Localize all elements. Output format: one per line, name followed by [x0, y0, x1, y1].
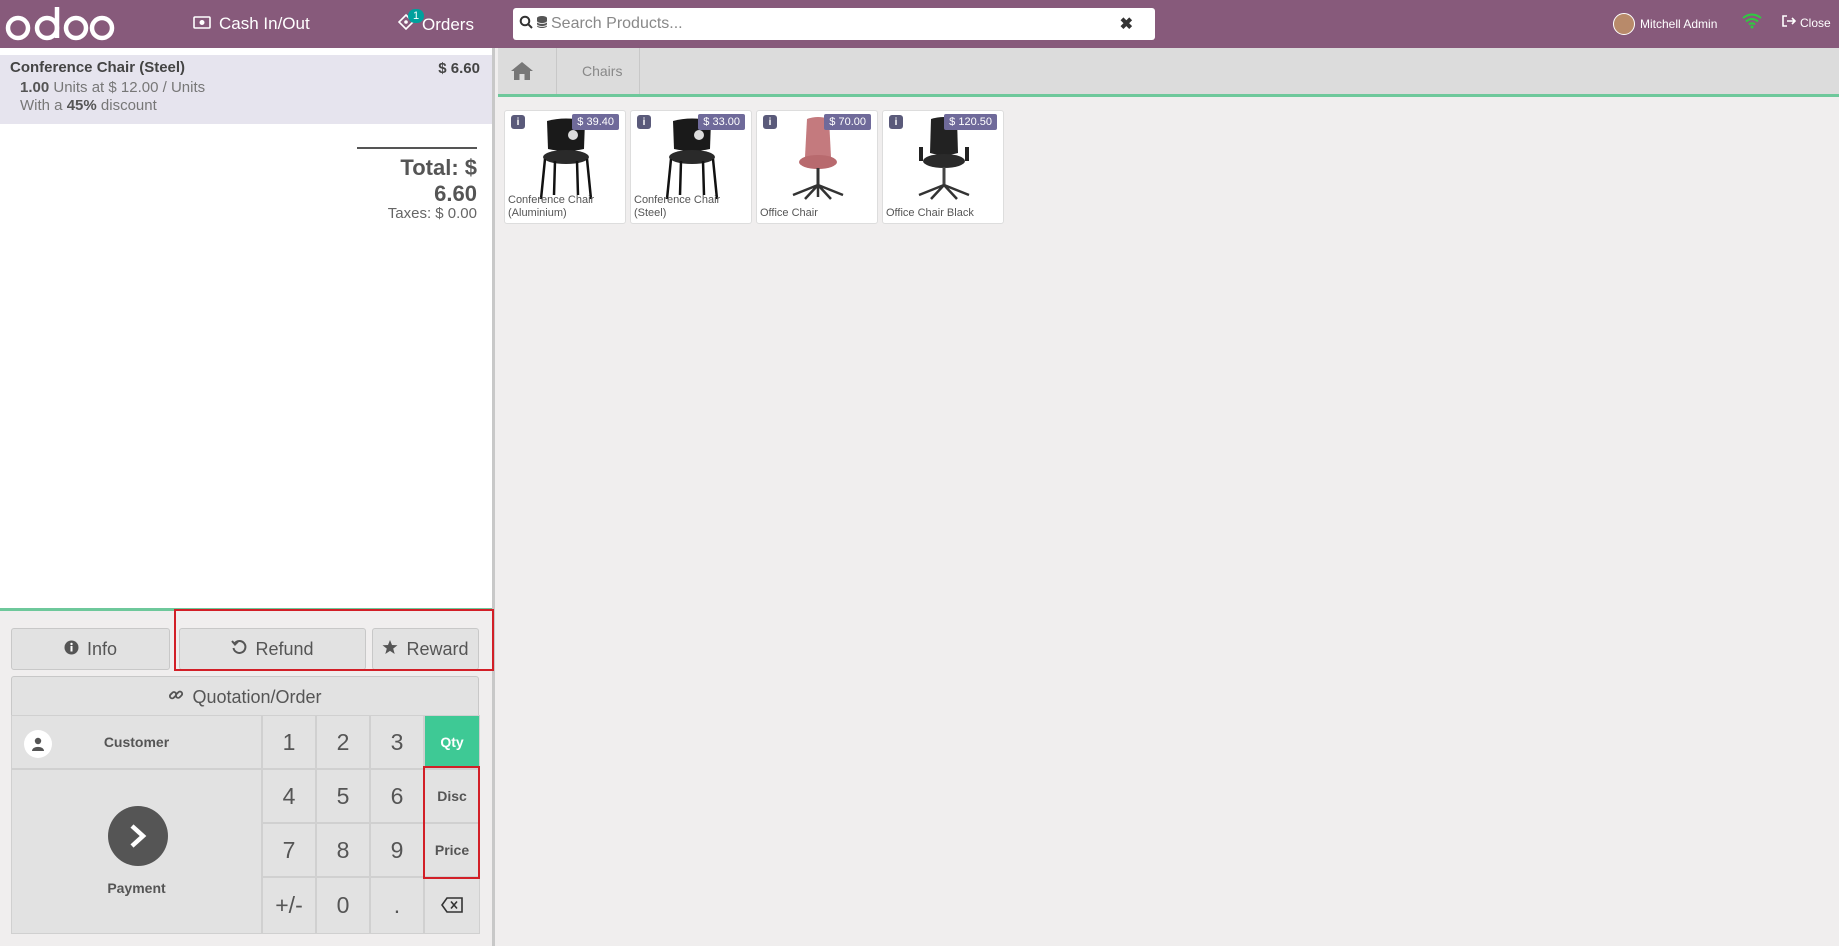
cash-in-out-label: Cash In/Out: [219, 14, 310, 33]
order-line-quantity-info: 1.00 Units at $ 12.00 / Units: [20, 79, 482, 96]
price-mode-button[interactable]: Price: [424, 823, 480, 877]
numpad-key-0[interactable]: 0: [316, 877, 370, 934]
order-taxes: Taxes: $ 0.00: [387, 205, 477, 222]
order-line-qty: 1.00: [20, 79, 50, 96]
orders-button[interactable]: 1 Orders: [397, 9, 474, 35]
chevron-right-icon: [108, 806, 168, 866]
numpad-key-1[interactable]: 1: [262, 715, 316, 769]
product-info-icon[interactable]: i: [763, 115, 777, 129]
product-name: Conference Chair (Steel): [634, 194, 721, 219]
qty-mode-button[interactable]: Qty: [424, 715, 480, 769]
user-icon: [24, 730, 52, 758]
product-search-bar[interactable]: ✖: [513, 8, 1155, 40]
payment-label: Payment: [107, 880, 166, 896]
discount-percent: 45%: [66, 97, 97, 114]
product-card[interactable]: i $ 120.50 Office Chair Black: [882, 110, 1004, 224]
numpad-key-6[interactable]: 6: [370, 769, 424, 823]
orders-count-badge: 1: [408, 9, 425, 23]
info-button[interactable]: Info: [11, 628, 170, 670]
product-info-icon[interactable]: i: [511, 115, 525, 129]
breadcrumb-category[interactable]: Chairs: [582, 63, 622, 79]
backspace-icon: [441, 892, 463, 919]
customer-button[interactable]: Customer: [11, 715, 262, 769]
user-name: Mitchell Admin: [1640, 17, 1718, 31]
refund-label: Refund: [255, 638, 314, 659]
products-pane: Chairs i $ 39.40 Conference Chair (Alumi…: [498, 48, 1839, 946]
order-line[interactable]: Conference Chair (Steel) $ 6.60 1.00 Uni…: [0, 55, 492, 124]
numpad: Customer Payment 1 2 3 Qty 4 5 6 Disc 7 …: [11, 715, 480, 934]
product-card[interactable]: i $ 70.00 Office Chair: [756, 110, 878, 224]
product-card[interactable]: i $ 39.40 Conference Chair (Aluminium): [504, 110, 626, 224]
breadcrumb-divider: [556, 48, 557, 94]
discount-prefix: With a: [20, 97, 63, 114]
user-menu[interactable]: Mitchell Admin: [1613, 13, 1717, 35]
close-label: Close: [1800, 15, 1831, 30]
order-line-product: Conference Chair (Steel): [10, 59, 186, 76]
reward-label: Reward: [406, 638, 469, 659]
disc-mode-button[interactable]: Disc: [424, 769, 480, 823]
discount-suffix: discount: [100, 97, 157, 114]
product-info-icon[interactable]: i: [889, 115, 903, 129]
breadcrumb-divider: [639, 48, 640, 94]
search-icon: [519, 15, 533, 34]
numpad-key-8[interactable]: 8: [316, 823, 370, 877]
money-icon: [193, 14, 211, 34]
numpad-key-2[interactable]: 2: [316, 715, 370, 769]
refund-button[interactable]: Refund: [179, 628, 366, 670]
info-circle-icon: [64, 639, 79, 660]
orders-label: Orders: [422, 14, 474, 34]
order-line-unit-text: Units at $ 12.00 / Units: [53, 79, 206, 96]
search-input[interactable]: [551, 15, 1111, 33]
backspace-button[interactable]: [424, 877, 480, 934]
product-name: Office Chair Black: [886, 207, 974, 219]
order-summary: Total: $ 6.60 Taxes: $ 0.00: [357, 147, 477, 222]
order-line-discount-info: With a 45% discount: [20, 97, 482, 114]
numpad-key-5[interactable]: 5: [316, 769, 370, 823]
numpad-key-plus-minus[interactable]: +/-: [262, 877, 316, 934]
quotation-order-label: Quotation/Order: [192, 686, 322, 707]
product-card[interactable]: i $ 33.00 Conference Chair (Steel): [630, 110, 752, 224]
order-total: Total: $ 6.60: [400, 155, 477, 206]
numpad-key-decimal[interactable]: .: [370, 877, 424, 934]
product-name: Conference Chair (Aluminium): [508, 194, 595, 219]
star-icon: [382, 639, 398, 660]
numpad-key-3[interactable]: 3: [370, 715, 424, 769]
numpad-key-7[interactable]: 7: [262, 823, 316, 877]
sign-out-icon: [1782, 15, 1797, 30]
reward-button[interactable]: Reward: [372, 628, 479, 670]
wifi-icon: [1742, 13, 1762, 34]
product-price: $ 39.40: [572, 114, 619, 130]
product-price: $ 120.50: [944, 114, 997, 130]
top-navbar: Cash In/Out 1 Orders ✖ Mitchell Admin Cl…: [0, 0, 1839, 48]
product-name: Office Chair: [760, 207, 818, 219]
numpad-key-4[interactable]: 4: [262, 769, 316, 823]
close-session-button[interactable]: Close: [1782, 15, 1831, 30]
odoo-logo: [4, 5, 116, 48]
info-label: Info: [86, 638, 118, 659]
database-icon[interactable]: [536, 15, 548, 34]
clear-search-icon[interactable]: ✖: [1120, 14, 1133, 34]
numpad-key-9[interactable]: 9: [370, 823, 424, 877]
product-price: $ 33.00: [698, 114, 745, 130]
quotation-order-button[interactable]: Quotation/Order: [11, 676, 479, 718]
avatar: [1613, 13, 1635, 35]
order-line-price: $ 6.60: [438, 60, 480, 77]
payment-button[interactable]: Payment: [11, 769, 262, 934]
control-panel: Info Refund Reward Quotation/Order Custo…: [0, 608, 492, 946]
link-icon: [168, 687, 184, 708]
order-pane: Conference Chair (Steel) $ 6.60 1.00 Uni…: [0, 48, 495, 946]
product-info-icon[interactable]: i: [637, 115, 651, 129]
product-price: $ 70.00: [824, 114, 871, 130]
breadcrumb: Chairs: [498, 48, 1839, 97]
home-icon[interactable]: [510, 61, 534, 86]
cash-in-out-button[interactable]: Cash In/Out: [193, 14, 310, 34]
undo-icon: [231, 639, 247, 660]
